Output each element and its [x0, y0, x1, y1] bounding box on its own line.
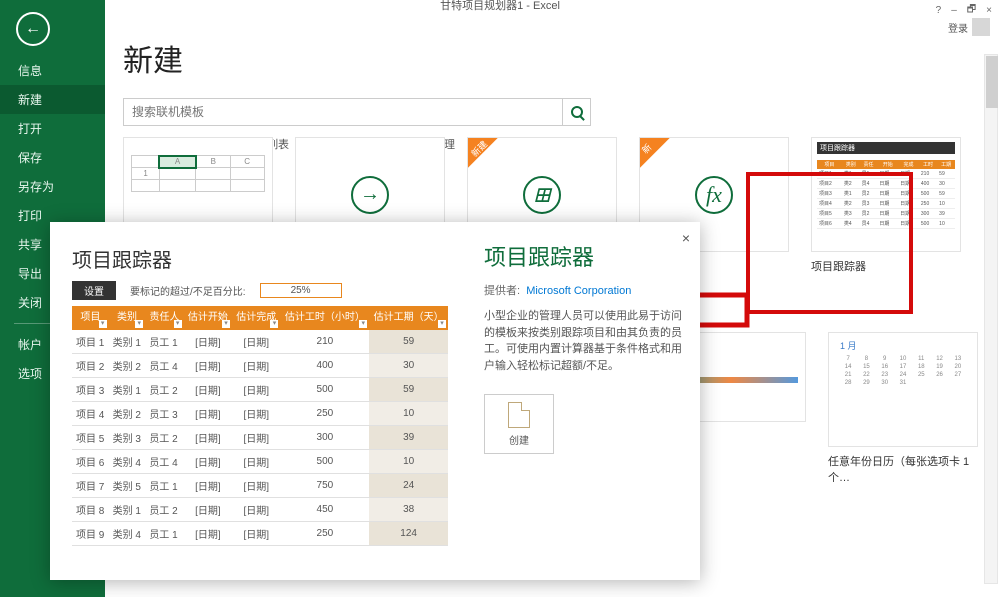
- nav-new[interactable]: 新建: [0, 85, 105, 114]
- popup-info-pane: × 项目跟踪器 提供者: Microsoft Corporation 小型企业的…: [470, 222, 700, 580]
- table-row: 项目 1类别 1员工 1[日期][日期]21059: [72, 330, 448, 354]
- table-row: 项目 9类别 4员工 1[日期][日期]250124: [72, 522, 448, 546]
- popup-description: 小型企业的管理人员可以使用此易于访问的模板来按类别跟踪项目和由其负责的员工。可使…: [484, 308, 686, 374]
- template-calendar[interactable]: 1 月 789101112131415161718192021222324252…: [828, 332, 978, 485]
- table-row: 项目 6类别 4员工 4[日期][日期]50010: [72, 450, 448, 474]
- back-button[interactable]: ←: [16, 12, 50, 46]
- nav-info[interactable]: 信息: [0, 56, 105, 85]
- table-row: 项目 3类别 1员工 2[日期][日期]50059: [72, 378, 448, 402]
- preview-pct-label: 要标记的超过/不足百分比:: [130, 283, 246, 298]
- table-row: 项目 8类别 1员工 2[日期][日期]45038: [72, 498, 448, 522]
- popup-title: 项目跟踪器: [484, 240, 686, 272]
- vertical-scrollbar[interactable]: [984, 54, 998, 584]
- calendar-thumb-icon: 1 月 789101112131415161718192021222324252…: [834, 333, 972, 392]
- table-row: 项目 2类别 2员工 4[日期][日期]40030: [72, 354, 448, 378]
- table-row: 项目 4类别 2员工 3[日期][日期]25010: [72, 402, 448, 426]
- table-row: 项目 5类别 3员工 2[日期][日期]30039: [72, 426, 448, 450]
- preview-settings-btn: 设置: [72, 281, 116, 300]
- preview-pane: 项目跟踪器 设置 要标记的超过/不足百分比: 25% 项目▾类别▾责任人▾估计开…: [50, 222, 470, 580]
- document-icon: [508, 402, 530, 428]
- template-name: 任意年份日历（每张选项卡 1 个…: [828, 453, 978, 485]
- nav-open[interactable]: 打开: [0, 114, 105, 143]
- pivot-icon: ⊞: [523, 176, 561, 214]
- popup-provider: 提供者: Microsoft Corporation: [484, 282, 686, 298]
- template-search-input[interactable]: [123, 98, 563, 126]
- new-ribbon-icon: 新建: [468, 138, 510, 180]
- nav-save[interactable]: 保存: [0, 143, 105, 172]
- create-label: 创建: [509, 432, 529, 447]
- preview-title: 项目跟踪器: [72, 244, 448, 273]
- search-button[interactable]: [563, 98, 591, 126]
- annotation-box-template: [746, 172, 913, 314]
- window-title: 甘特项目规划器1 - Excel: [0, 0, 1000, 12]
- search-icon: [571, 106, 583, 118]
- popup-close-button[interactable]: ×: [682, 230, 690, 246]
- nav-saveas[interactable]: 另存为: [0, 172, 105, 201]
- new-ribbon-icon: 新: [640, 138, 682, 180]
- create-button[interactable]: 创建: [484, 394, 554, 454]
- table-row: 项目 7类别 5员工 1[日期][日期]75024: [72, 474, 448, 498]
- page-title: 新建: [123, 36, 982, 80]
- fx-icon: fx: [695, 176, 733, 214]
- template-preview-popup: 项目跟踪器 设置 要标记的超过/不足百分比: 25% 项目▾类别▾责任人▾估计开…: [50, 222, 700, 580]
- preview-pct-value: 25%: [260, 283, 342, 298]
- preview-table: 项目▾类别▾责任人▾估计开始▾估计完成▾估计工时（小时）▾估计工期（天）▾ 项目…: [72, 306, 448, 546]
- provider-link[interactable]: Microsoft Corporation: [526, 285, 631, 297]
- arrow-tour-icon: →: [351, 176, 389, 214]
